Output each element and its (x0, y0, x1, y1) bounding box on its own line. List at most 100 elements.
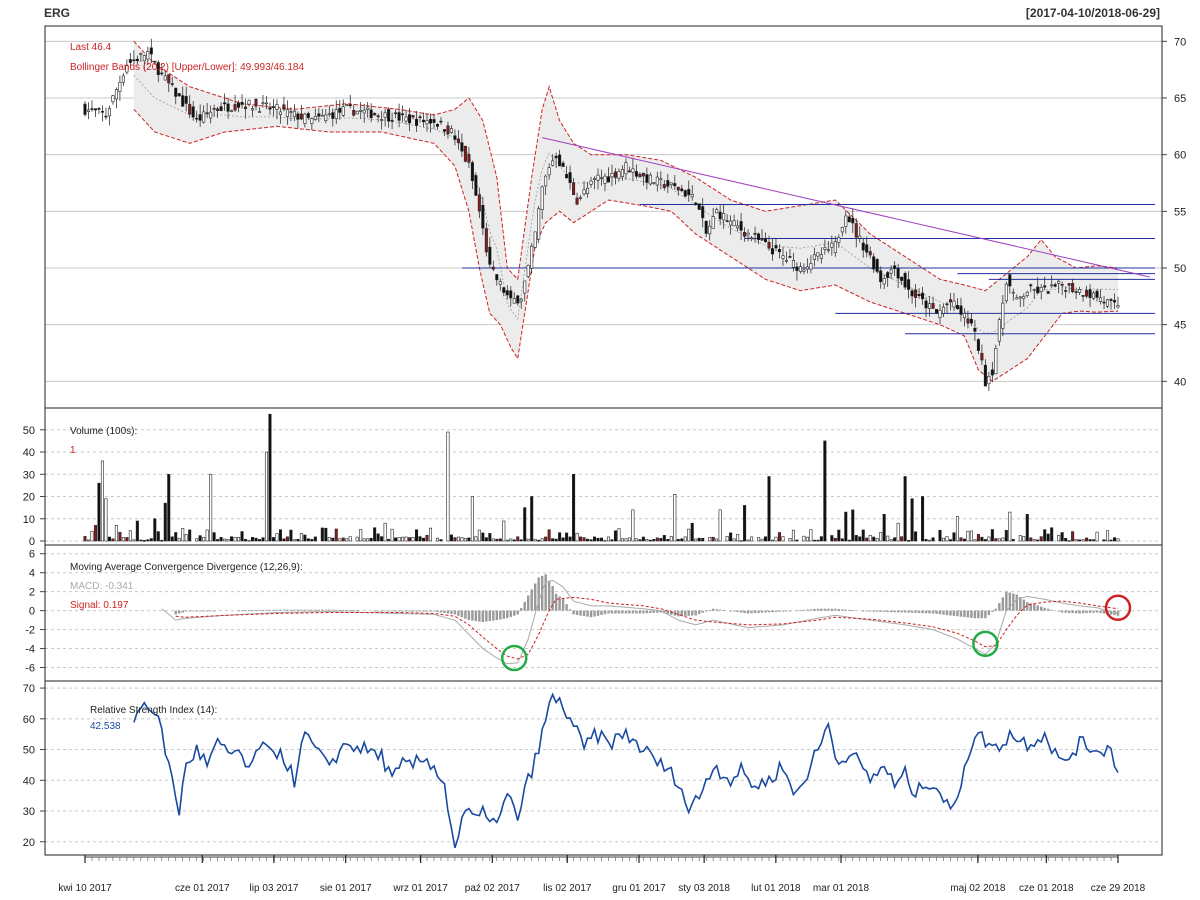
candle (327, 113, 331, 116)
macd-histogram-bar (429, 610, 432, 612)
volume-bar (425, 534, 429, 542)
candle (935, 309, 939, 314)
volume-bar (882, 514, 886, 542)
volume-bar (1112, 537, 1117, 542)
candle (638, 173, 642, 178)
volume-bar (380, 536, 384, 542)
volume-bar (1022, 536, 1026, 542)
candle (376, 115, 380, 118)
macd-tick-label: 4 (29, 568, 35, 580)
macd-histogram-bar (1043, 607, 1046, 611)
macd-histogram-bar (746, 610, 750, 614)
macd-histogram-bar (261, 609, 265, 611)
candle (324, 114, 328, 121)
volume-bar (345, 538, 349, 542)
rsi-tick-label: 30 (23, 806, 35, 818)
candle (509, 290, 513, 299)
macd-histogram-bar (900, 610, 903, 613)
volume-bar (156, 531, 160, 542)
volume-tick-label: 20 (23, 492, 35, 504)
candle (132, 59, 136, 62)
volume-bar (568, 536, 572, 542)
volume-bar (313, 536, 317, 542)
candle (575, 197, 579, 205)
volume-bar (320, 527, 324, 542)
macd-histogram-bar (184, 610, 188, 612)
macd-histogram-bar (694, 610, 697, 616)
x-axis-label: lip 03 2017 (250, 883, 299, 894)
candle (470, 162, 474, 182)
candle (439, 120, 443, 123)
macd-histogram-bar (478, 610, 481, 622)
candle (1015, 297, 1019, 300)
x-axis-label: paź 02 2017 (465, 883, 520, 894)
candle (666, 180, 670, 187)
candle (655, 176, 659, 186)
macd-histogram-bar (764, 610, 767, 613)
candle (212, 108, 216, 110)
macd-histogram-bar (645, 610, 649, 614)
macd-histogram-bar (450, 610, 453, 614)
volume-bar (160, 539, 164, 542)
candle (355, 110, 359, 115)
candle (683, 190, 687, 197)
candle (830, 242, 834, 248)
macd-histogram-bar (624, 610, 628, 614)
macd-histogram-bar (910, 610, 914, 613)
macd-histogram-bar (743, 610, 746, 613)
candle (708, 225, 712, 235)
candle (505, 290, 509, 296)
volume-bar (456, 536, 460, 542)
volume-bar (987, 536, 991, 542)
candle (254, 98, 258, 107)
volume-tick-label: 40 (23, 447, 35, 459)
candle (973, 327, 977, 332)
volume-bar (418, 536, 422, 542)
candle (495, 274, 499, 281)
macd-histogram-bar (977, 610, 980, 619)
candle (725, 220, 729, 222)
volume-bar (955, 516, 959, 542)
volume-bar (896, 522, 900, 542)
volume-bar (1043, 529, 1047, 542)
macd-histogram-bar (335, 609, 338, 611)
candle (512, 298, 516, 304)
volume-bar (659, 538, 663, 542)
volume-bar (303, 534, 307, 542)
macd-title: Moving Average Convergence Divergence (1… (70, 562, 303, 573)
candle (533, 231, 537, 248)
candle (359, 109, 363, 112)
volume-bar (994, 538, 998, 542)
candle (516, 295, 520, 304)
candle (299, 113, 303, 120)
volume-bar (324, 527, 328, 542)
candle (230, 110, 234, 112)
candle (948, 299, 953, 303)
volume-bar (701, 537, 705, 542)
macd-histogram-bar (1102, 610, 1106, 614)
candle (1046, 291, 1050, 294)
macd-histogram-bar (209, 610, 212, 612)
candle (219, 106, 223, 111)
volume-bar (411, 537, 415, 542)
candle (142, 55, 146, 62)
volume-bar (1060, 532, 1064, 542)
volume-bar (694, 538, 698, 542)
volume-bar (565, 532, 569, 542)
macd-histogram-bar (453, 610, 457, 615)
volume-bar (467, 537, 471, 542)
candle (788, 256, 792, 258)
volume-bar (230, 536, 234, 542)
macd-histogram-bar (781, 610, 785, 612)
candle (247, 100, 251, 105)
volume-bar (781, 536, 785, 542)
volume-bar (921, 496, 925, 542)
macd-histogram-bar (875, 610, 879, 612)
macd-histogram-bar (1071, 610, 1074, 614)
volume-bar (223, 538, 227, 542)
macd-histogram-bar (893, 610, 896, 613)
volume-bar (582, 537, 586, 542)
macd-histogram-bar (739, 610, 743, 613)
volume-bar (404, 536, 408, 542)
x-axis-label: lis 02 2017 (543, 883, 592, 894)
